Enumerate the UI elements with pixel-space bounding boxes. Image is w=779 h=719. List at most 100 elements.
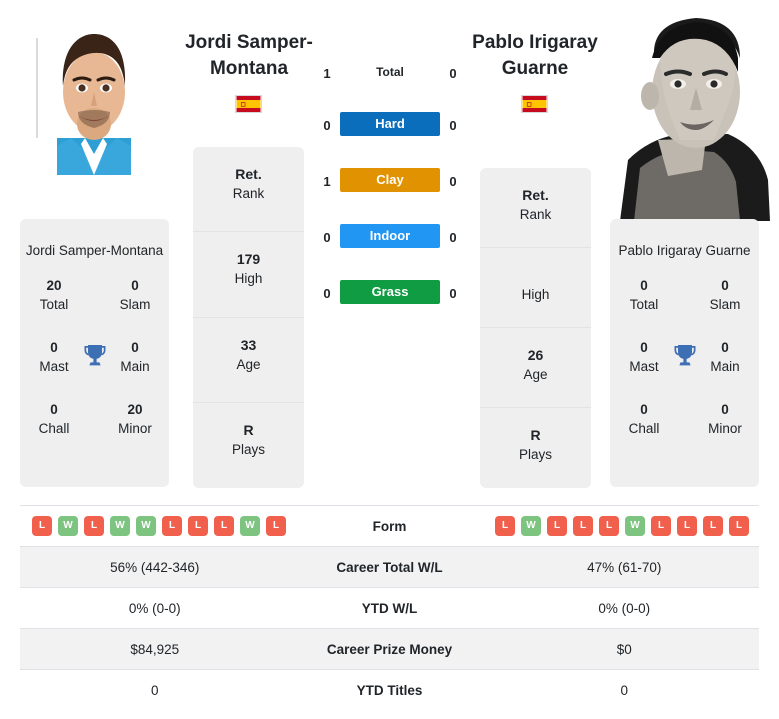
high-value (480, 266, 591, 285)
form-badge-loss[interactable]: L (32, 516, 52, 536)
form-badge-loss[interactable]: L (547, 516, 567, 536)
comparison-value-right: 0 (620, 683, 628, 698)
form-badge-loss[interactable]: L (573, 516, 593, 536)
comparison-row: $84,925 Career Prize Money $0 (20, 629, 759, 670)
form-badge-win[interactable]: W (625, 516, 645, 536)
titles-minor-right: 0 Minor (694, 400, 756, 438)
titles-total-right: 0 Total (613, 276, 675, 314)
comparison-label: Career Total W/L (336, 559, 443, 575)
surface-label-grass[interactable]: Grass (340, 280, 440, 304)
form-badge-win[interactable]: W (136, 516, 156, 536)
form-badge-win[interactable]: W (240, 516, 260, 536)
rank-cell-plays-left: R Plays (193, 403, 304, 488)
form-strip-left: LWLWWLLLWL (20, 516, 290, 536)
h2h-left-count: 1 (323, 174, 331, 189)
age-label: Age (236, 356, 261, 372)
form-badge-loss[interactable]: L (677, 516, 697, 536)
rank-label: Rank (232, 186, 265, 201)
titles-mast-label: Mast (39, 359, 69, 374)
comparison-row: L W L W W L L L W L Form L W L L L W L L L L (20, 506, 759, 547)
titles-minor-value: 20 (127, 402, 143, 417)
titles-minor-label: Minor (708, 421, 742, 436)
form-badge-loss[interactable]: L (162, 516, 182, 536)
form-badge-loss[interactable]: L (495, 516, 515, 536)
titles-total-value: 0 (640, 278, 648, 293)
h2h-row-grass: 0 Grass 0 (318, 278, 462, 334)
titles-minor-label: Minor (118, 421, 152, 436)
rank-cell-plays-right: R Plays (480, 408, 591, 488)
comparison-label: Career Prize Money (326, 641, 453, 657)
titles-card-right: Pablo Irigaray Guarne 0 Total 0 Slam 0 M… (610, 219, 759, 487)
form-badge-win[interactable]: W (58, 516, 78, 536)
titles-chall-value: 0 (640, 402, 648, 417)
rank-cell-high-left: 179 High (193, 232, 304, 318)
head-to-head-surface-list: 1 Total 0 0 Hard 0 1 Clay 0 0 Indoor 0 0 Grass 0 (318, 58, 462, 334)
spain-flag-icon-right (521, 95, 548, 113)
player-photo-left (35, 20, 153, 175)
titles-main-value: 0 (721, 340, 729, 355)
titles-chall-label: Chall (38, 421, 70, 436)
form-badge-loss[interactable]: L (84, 516, 104, 536)
rank-cell-age-left: 33 Age (193, 318, 304, 403)
comparison-value-left: 0% (0-0) (128, 600, 181, 616)
titles-slam-label: Slam (709, 297, 741, 312)
form-badge-loss[interactable]: L (651, 516, 671, 536)
player-photo-right (610, 0, 779, 221)
titles-mast-value: 0 (640, 340, 648, 355)
comparison-value-left: $84,925 (130, 641, 180, 657)
player-name-left: Jordi Samper-Montana (185, 32, 313, 79)
titles-minor-left: 20 Minor (104, 400, 166, 438)
titles-grid-left: 20 Total 0 Slam 0 Mast 0 Main 0 Chall 20… (20, 276, 169, 462)
age-value: 26 (527, 347, 544, 363)
titles-mast-right: 0 Mast (613, 338, 675, 376)
surface-label-hard[interactable]: Hard (340, 112, 440, 136)
plays-value: R (243, 421, 254, 438)
comparison-value-left: 0 (150, 683, 159, 698)
form-badge-loss[interactable]: L (729, 516, 749, 536)
form-badge-loss[interactable]: L (266, 516, 286, 536)
form-badge-loss[interactable]: L (214, 516, 234, 536)
titles-row: 20 Total 0 Slam (20, 276, 169, 338)
comparison-label: Form (372, 518, 407, 534)
titles-chall-left: 0 Chall (23, 400, 85, 438)
high-label: High (521, 287, 550, 302)
h2h-right-count: 0 (449, 174, 457, 189)
form-strip-right: LWLLLWLLLL (490, 516, 760, 536)
player-comparison-page: Jordi Samper-Montana Pablo Irigaray Guar… (0, 0, 779, 719)
titles-main-value: 0 (131, 340, 139, 355)
form-badge-win[interactable]: W (110, 516, 130, 536)
h2h-right-count: 0 (449, 118, 457, 133)
h2h-right-count: 0 (449, 230, 457, 245)
titles-main-right: 0 Main (694, 338, 756, 376)
h2h-row-clay: 1 Clay 0 (318, 166, 462, 222)
titles-chall-label: Chall (628, 421, 660, 436)
titles-slam-left: 0 Slam (104, 276, 166, 314)
surface-label-indoor[interactable]: Indoor (340, 224, 440, 248)
plays-label: Plays (231, 441, 265, 457)
h2h-left-count: 0 (323, 286, 331, 301)
comparison-row: 0% (0-0) YTD W/L 0% (0-0) (20, 588, 759, 629)
titles-row: 0 Chall 0 Minor (610, 400, 759, 462)
titles-total-label: Total (629, 297, 659, 312)
titles-slam-right: 0 Slam (694, 276, 756, 314)
titles-row: 0 Mast 0 Main (20, 338, 169, 400)
comparison-value-left: 56% (442-346) (110, 559, 200, 575)
h2h-right-count: 0 (449, 286, 457, 301)
form-badge-loss[interactable]: L (188, 516, 208, 536)
surface-label-clay[interactable]: Clay (340, 168, 440, 192)
h2h-left-count: 0 (323, 230, 331, 245)
high-value: 179 (236, 251, 261, 268)
form-badge-win[interactable]: W (521, 516, 541, 536)
titles-slam-label: Slam (119, 297, 151, 312)
high-label: High (234, 271, 263, 287)
titles-card-left: Jordi Samper-Montana 20 Total 0 Slam 0 M… (20, 219, 169, 487)
form-badge-loss[interactable]: L (599, 516, 619, 536)
form-badge-loss[interactable]: L (703, 516, 723, 536)
comparison-value-right: $0 (616, 641, 632, 657)
comparison-label: YTD W/L (361, 600, 418, 616)
age-label: Age (523, 367, 548, 382)
rank-cell-high-right: High (480, 248, 591, 328)
comparison-table: L W L W W L L L W L Form L W L L L W L L L L 56% (442-346) Car… (20, 505, 759, 711)
titles-main-left: 0 Main (104, 338, 166, 376)
rank-card-right: Ret. Rank High 26 Age R Plays (480, 168, 591, 488)
